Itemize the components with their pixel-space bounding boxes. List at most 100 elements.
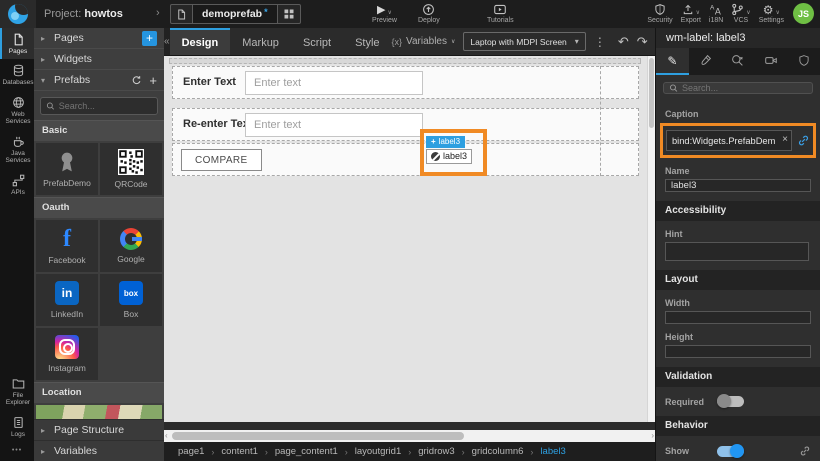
text-input-1[interactable]: [245, 71, 423, 95]
editor-area: « Design Markup Script Style {x} Variabl…: [164, 28, 655, 461]
breadcrumb-item[interactable]: content1: [221, 446, 257, 457]
height-input[interactable]: [665, 345, 811, 358]
width-input[interactable]: [665, 311, 811, 324]
name-input[interactable]: [665, 179, 811, 192]
breadcrumb-item[interactable]: gridrow3: [418, 446, 454, 457]
prefab-tile-facebook[interactable]: f Facebook: [36, 220, 98, 272]
tab-properties[interactable]: ✎: [656, 48, 689, 75]
tutorials-button[interactable]: Tutorials: [487, 3, 514, 24]
tab-design[interactable]: Design: [170, 28, 231, 55]
compare-button[interactable]: COMPARE: [181, 149, 262, 171]
tab-script[interactable]: Script: [291, 28, 343, 55]
device-selector[interactable]: Laptop with MDPI Screen ▾: [463, 32, 585, 51]
prefab-tile-prefabdemo[interactable]: PrefabDemo: [36, 143, 98, 195]
security-button[interactable]: Security: [647, 3, 672, 24]
tab-markup[interactable]: Markup: [230, 28, 291, 55]
facebook-icon: f: [55, 227, 79, 251]
variables-button[interactable]: {x} Variables ∨: [392, 28, 460, 55]
redo-button[interactable]: ↷: [633, 28, 652, 55]
bind-link-icon[interactable]: [797, 134, 810, 147]
prefab-tile-box[interactable]: box Box: [100, 274, 162, 326]
properties-tab-bar: ✎: [656, 48, 820, 75]
section-page-structure[interactable]: ▸ Page Structure: [34, 419, 164, 440]
scrollbar-thumb[interactable]: [649, 58, 654, 128]
prefab-tile-linkedin[interactable]: in LinkedIn: [36, 274, 98, 326]
scroll-right-arrow[interactable]: ›: [651, 432, 654, 440]
refresh-icon[interactable]: [131, 75, 142, 86]
prefab-tile-google[interactable]: Google: [100, 220, 162, 272]
box-icon: box: [119, 281, 143, 305]
user-avatar[interactable]: JS: [793, 3, 814, 24]
tab-styles[interactable]: [689, 48, 722, 75]
export-button[interactable]: ∨ Export: [681, 3, 701, 24]
shield-outline-icon: [798, 54, 810, 67]
breadcrumb-item-active[interactable]: label3: [540, 446, 565, 457]
sidebar-item-logs[interactable]: Logs: [0, 411, 34, 442]
prefab-label: Box: [124, 309, 139, 319]
top-bar: Project: howtos › demoprefab * ▶∨ Previe…: [0, 0, 820, 28]
show-toggle[interactable]: [717, 446, 744, 457]
breadcrumb-item[interactable]: page1: [178, 446, 204, 457]
rail-label: APIs: [11, 189, 25, 196]
section-pages[interactable]: ▸ Pages +: [34, 28, 164, 49]
add-page-button[interactable]: +: [142, 31, 157, 46]
more-options-button[interactable]: ⋮: [590, 28, 610, 55]
sidebar-item-file-explorer[interactable]: File Explorer: [0, 372, 34, 411]
vcs-button[interactable]: ∨ VCS: [731, 3, 750, 24]
section-widgets[interactable]: ▸ Widgets: [34, 49, 164, 70]
properties-search-box[interactable]: [663, 82, 813, 94]
design-canvas[interactable]: Enter Text Re-enter Text COMPARE + label…: [164, 56, 655, 422]
i18n-button[interactable]: AA i18N: [709, 3, 723, 24]
tab-style[interactable]: Style: [343, 28, 391, 55]
bind-link-icon[interactable]: [799, 445, 811, 457]
prefab-search-input[interactable]: [59, 101, 152, 111]
widget-drag-handle[interactable]: + label3: [426, 136, 465, 148]
sidebar-item-apis[interactable]: APIs: [0, 169, 34, 200]
tab-device-props[interactable]: [754, 48, 787, 75]
rail-overflow-button[interactable]: •••: [0, 442, 34, 461]
required-toggle[interactable]: [717, 396, 744, 407]
breadcrumb-separator: ›: [408, 447, 411, 457]
breadcrumb-item[interactable]: layoutgrid1: [355, 446, 401, 457]
preview-button[interactable]: ▶∨ Preview: [372, 3, 397, 24]
tab-search-properties[interactable]: [722, 48, 755, 75]
section-prefabs[interactable]: ▾ Prefabs +: [34, 70, 164, 91]
grid-icon[interactable]: [278, 8, 300, 20]
prefab-tile-qrcode[interactable]: QRCode: [100, 143, 162, 195]
section-variables[interactable]: ▸ Variables: [34, 440, 164, 461]
tab-security-props[interactable]: [787, 48, 820, 75]
sidebar-item-pages[interactable]: Pages: [0, 28, 34, 59]
properties-search-input[interactable]: [682, 83, 807, 93]
text-input-2[interactable]: [245, 113, 423, 137]
prefab-tile-map[interactable]: [36, 405, 162, 419]
sidebar-item-databases[interactable]: Databases: [0, 59, 34, 90]
breadcrumb-item[interactable]: gridcolumn6: [472, 446, 524, 457]
canvas-horizontal-scrollbar[interactable]: ‹ ›: [164, 430, 655, 442]
scroll-left-arrow[interactable]: ‹: [165, 432, 168, 440]
caption-input[interactable]: [666, 130, 792, 151]
wavemaker-logo-button[interactable]: [0, 0, 36, 28]
grid-row-2[interactable]: Re-enter Text: [172, 108, 639, 141]
clear-binding-icon[interactable]: ×: [782, 134, 788, 145]
current-page-selector[interactable]: demoprefab *: [170, 4, 301, 24]
prefab-label: LinkedIn: [51, 309, 83, 319]
import-prefab-button[interactable]: +: [149, 74, 157, 87]
hint-input[interactable]: [665, 242, 809, 261]
sidebar-item-java-services[interactable]: Java Services: [0, 130, 34, 169]
scrollbar-thumb[interactable]: [172, 432, 464, 440]
grid-row-1[interactable]: Enter Text: [172, 66, 639, 99]
grid-row-3[interactable]: COMPARE: [172, 143, 639, 176]
canvas-vertical-scrollbar[interactable]: [647, 56, 655, 422]
deploy-button[interactable]: Deploy: [418, 3, 440, 24]
connector-icon: [12, 174, 25, 187]
settings-button[interactable]: ⚙∨ Settings: [759, 3, 784, 24]
prefab-label: Facebook: [48, 255, 85, 265]
undo-button[interactable]: ↶: [614, 28, 633, 55]
label3-widget[interactable]: label3: [426, 149, 472, 164]
chevron-right-icon: ▸: [41, 447, 48, 456]
prefab-tile-instagram[interactable]: Instagram: [36, 328, 98, 380]
chevron-down-icon: ∨: [387, 9, 391, 16]
prefab-search-box[interactable]: [40, 97, 158, 115]
breadcrumb-item[interactable]: page_content1: [275, 446, 338, 457]
sidebar-item-web-services[interactable]: Web Services: [0, 91, 34, 130]
